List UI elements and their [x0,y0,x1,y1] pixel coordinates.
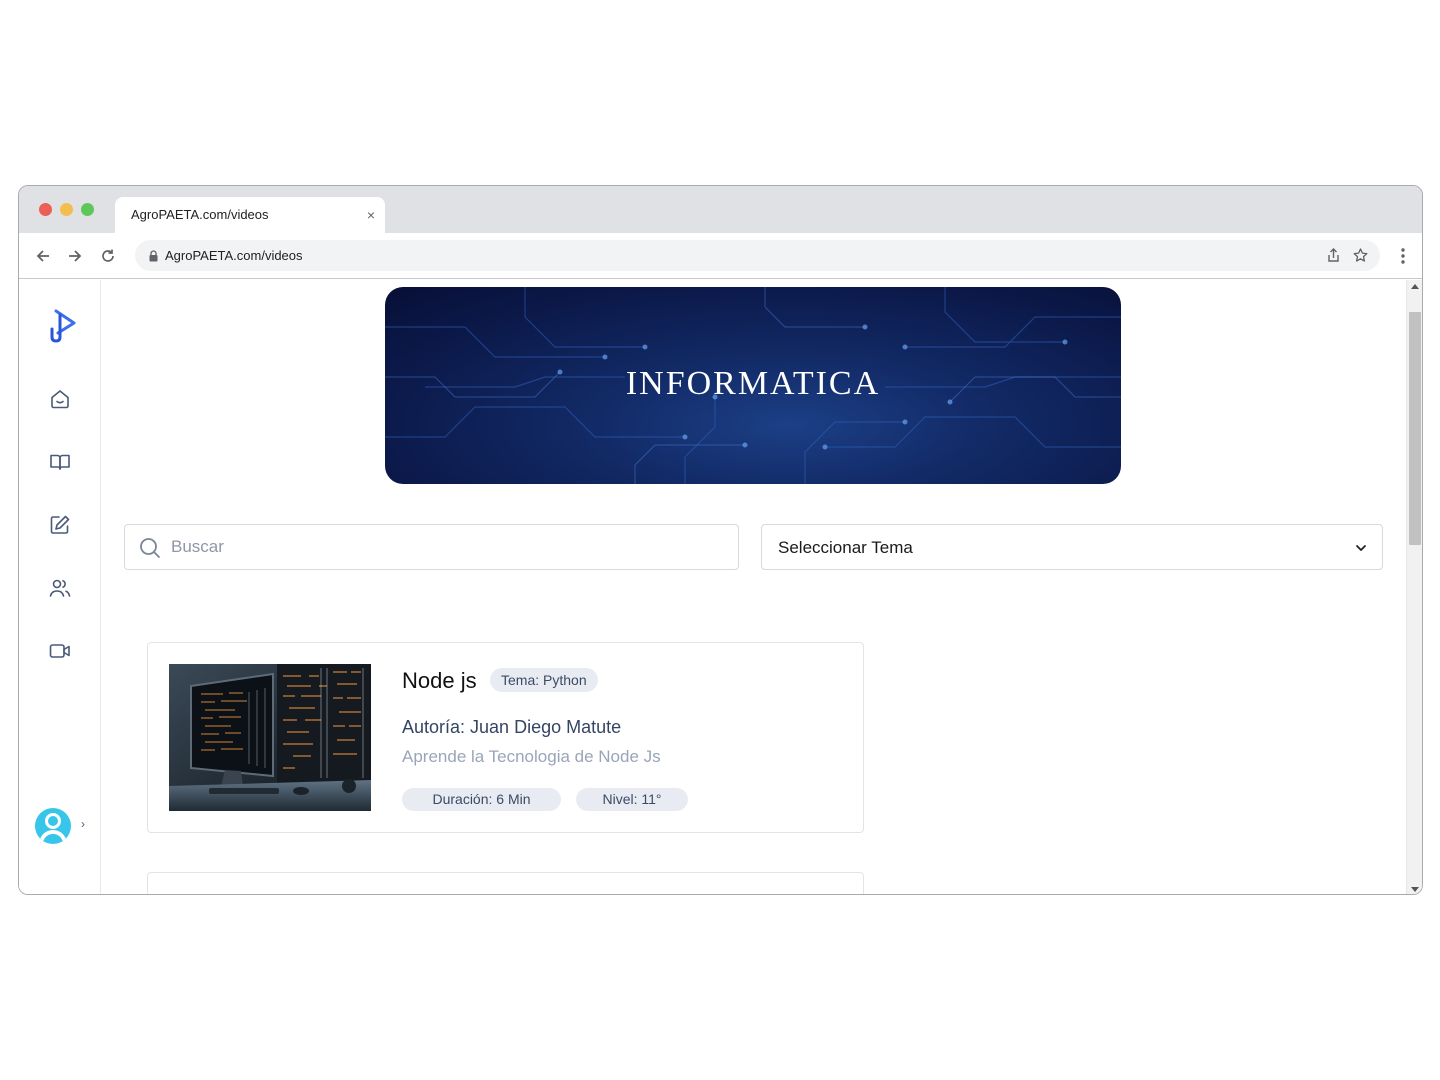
reload-icon[interactable] [97,245,119,267]
book-icon[interactable] [48,450,72,474]
search-input[interactable] [171,533,721,561]
banner-title: INFORMATICA [625,365,881,402]
video-icon[interactable] [48,639,72,663]
browser-window: AgroPAETA.com/videos × AgroPAETA.com/vid… [18,185,1423,895]
minimize-window-button[interactable] [60,203,73,216]
search-icon [138,536,162,560]
main-area: INFORMATICA Seleccionar Tema [102,280,1406,894]
address-bar[interactable]: AgroPAETA.com/videos [135,240,1380,271]
scrollbar-thumb[interactable] [1409,312,1421,545]
video-author: Autoría: Juan Diego Matute [402,717,622,737]
chevron-down-icon [1354,541,1368,555]
close-window-button[interactable] [39,203,52,216]
home-icon[interactable] [48,387,72,411]
forward-icon[interactable] [64,245,86,267]
page-scrollbar[interactable] [1406,280,1422,894]
topic-select-label: Seleccionar Tema [778,538,913,557]
level-badge: Nivel: 11° [576,788,688,811]
browser-tab[interactable]: AgroPAETA.com/videos × [115,197,385,233]
users-icon[interactable] [48,576,72,600]
chevron-right-icon[interactable]: › [81,817,85,831]
video-description: Aprende la Tecnologia de Node Js [402,747,661,766]
scroll-down-icon[interactable] [1411,887,1419,892]
back-icon[interactable] [32,245,54,267]
maximize-window-button[interactable] [81,203,94,216]
tab-title: AgroPAETA.com/videos [131,207,269,222]
video-title[interactable]: Node js [402,668,477,694]
scroll-up-icon[interactable] [1411,284,1419,289]
duration-badge: Duración: 6 Min [402,788,561,811]
topic-select[interactable]: Seleccionar Tema [761,524,1383,570]
bookmark-star-icon[interactable] [1352,247,1369,264]
edit-icon[interactable] [48,513,72,537]
lock-icon [149,249,158,267]
search-box[interactable] [124,524,739,570]
tab-strip: AgroPAETA.com/videos × [19,186,1422,233]
category-banner: INFORMATICA [385,287,1121,484]
topic-badge: Tema: Python [490,668,598,692]
video-card[interactable] [147,872,864,894]
video-thumbnail[interactable] [169,664,371,811]
avatar[interactable] [35,808,71,844]
video-card[interactable]: Node js Tema: Python Autoría: Juan Diego… [147,642,864,833]
app-logo-icon[interactable] [48,305,78,345]
page-content: › INFORMATICA Buscar Seleccionar Tema No… [19,280,1422,894]
tab-close-icon[interactable]: × [367,207,375,223]
url-text: AgroPAETA.com/videos [165,248,303,263]
browser-toolbar: AgroPAETA.com/videos [19,233,1422,279]
sidebar: › [19,280,101,894]
share-icon[interactable] [1325,247,1342,264]
browser-menu-icon[interactable] [1400,246,1406,266]
